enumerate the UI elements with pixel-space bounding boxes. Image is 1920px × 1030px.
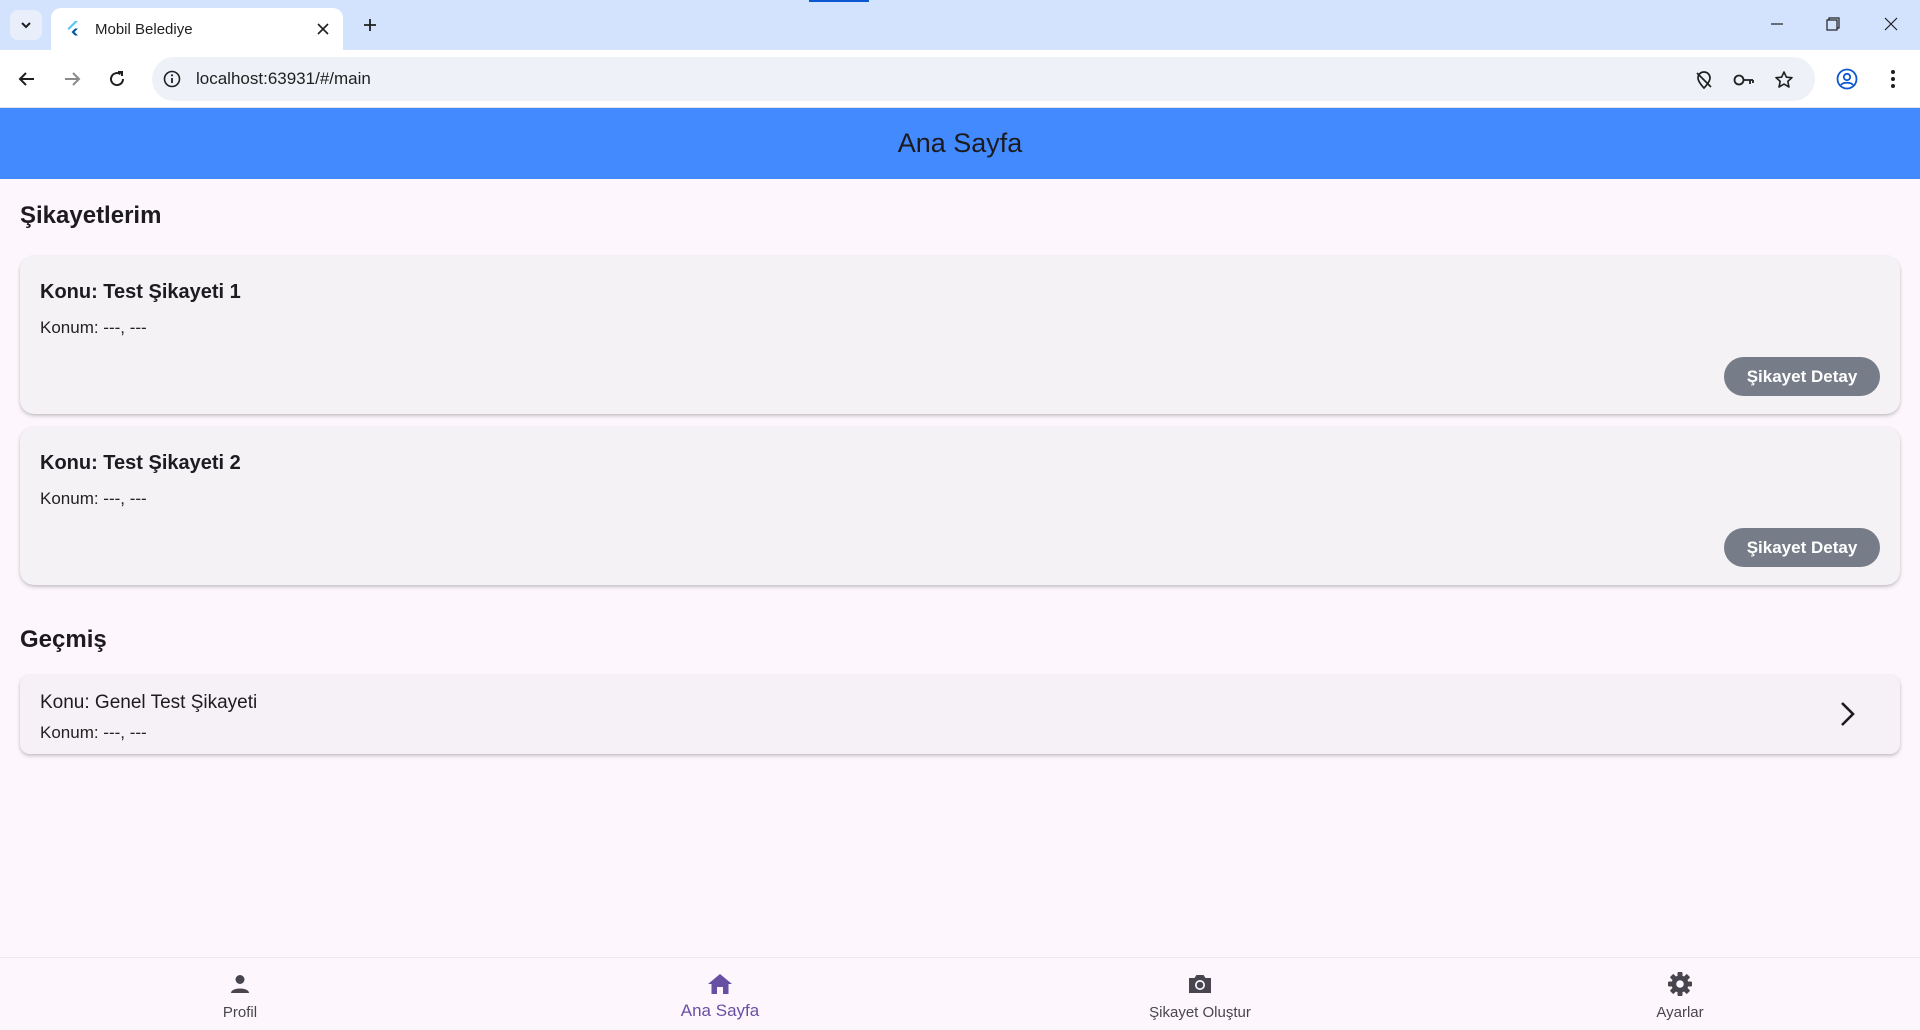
page-title: Ana Sayfa <box>897 128 1023 158</box>
nav-item-home[interactable]: Ana Sayfa <box>480 958 960 1030</box>
menu-button[interactable] <box>1876 62 1910 96</box>
chevron-right-icon <box>1832 699 1862 729</box>
complaint-card: Konu: Test Şikayeti 2 Konum: ---, --- Şi… <box>20 427 1900 585</box>
home-icon <box>706 970 734 998</box>
info-icon[interactable] <box>162 69 182 89</box>
profile-button[interactable] <box>1830 62 1864 96</box>
close-icon[interactable] <box>313 19 333 39</box>
forward-button[interactable] <box>55 62 89 96</box>
complaint-detail-button[interactable]: Şikayet Detay <box>1724 528 1880 567</box>
complaint-location: Konum: ---, --- <box>40 318 147 337</box>
close-window-button[interactable] <box>1868 0 1914 48</box>
minimize-button[interactable] <box>1754 0 1800 48</box>
minimize-icon <box>1771 23 1783 25</box>
person-icon <box>226 970 254 998</box>
history-subject: Konu: Genel Test Şikayeti <box>40 692 258 713</box>
account-circle-icon <box>1836 68 1858 90</box>
nav-label: Ana Sayfa <box>680 1001 760 1020</box>
flutter-icon <box>65 21 81 37</box>
browser-tab-bar: Mobil Belediye <box>0 0 1920 50</box>
complaint-card: Konu: Test Şikayeti 1 Konum: ---, --- Şi… <box>20 256 1900 414</box>
nav-item-create-complaint[interactable]: Şikayet Oluştur <box>960 958 1440 1030</box>
camera-icon <box>1186 970 1214 998</box>
gear-icon <box>1666 970 1694 998</box>
nav-label: Şikayet Oluştur <box>1149 1004 1251 1021</box>
bottom-navigation: Profil Ana Sayfa Şikayet Oluştur Ayarlar <box>0 957 1920 1030</box>
key-icon[interactable] <box>1732 68 1756 92</box>
url-text[interactable]: localhost:63931/#/main <box>196 69 371 89</box>
location-off-icon[interactable] <box>1692 68 1716 92</box>
reload-icon <box>110 71 125 87</box>
new-tab-button[interactable] <box>354 10 386 40</box>
nav-label: Ayarlar <box>1656 1004 1704 1021</box>
nav-item-profile[interactable]: Profil <box>0 958 480 1030</box>
reload-button[interactable] <box>100 62 134 96</box>
complaint-location: Konum: ---, --- <box>40 489 147 508</box>
tab-title: Mobil Belediye <box>95 20 193 38</box>
restore-icon <box>1826 17 1840 31</box>
history-list-item[interactable]: Konu: Genel Test Şikayeti Konum: ---, --… <box>20 675 1900 754</box>
section-title-history: Geçmiş <box>20 626 107 653</box>
browser-tab[interactable]: Mobil Belediye <box>51 8 343 50</box>
tab-search-button[interactable] <box>10 10 42 40</box>
nav-item-settings[interactable]: Ayarlar <box>1440 958 1920 1030</box>
arrow-right-icon <box>65 72 81 86</box>
address-bar[interactable]: localhost:63931/#/main <box>152 57 1815 101</box>
close-icon <box>1884 17 1898 31</box>
plus-icon <box>364 19 376 31</box>
complaint-subject: Konu: Test Şikayeti 1 <box>40 281 241 303</box>
star-icon[interactable] <box>1772 68 1796 92</box>
section-title-complaints: Şikayetlerim <box>20 202 162 229</box>
more-vert-icon <box>1891 70 1895 88</box>
history-location: Konum: ---, --- <box>40 723 147 742</box>
complaint-subject: Konu: Test Şikayeti 2 <box>40 452 241 474</box>
app-bar: Ana Sayfa <box>0 108 1920 179</box>
nav-label: Profil <box>222 1004 258 1021</box>
chevron-down-icon <box>21 22 31 29</box>
complaint-detail-button[interactable]: Şikayet Detay <box>1724 357 1880 396</box>
restore-button[interactable] <box>1810 0 1856 48</box>
arrow-left-icon <box>18 72 34 86</box>
browser-toolbar: localhost:63931/#/main <box>0 50 1920 108</box>
tab-strip-indicator <box>809 0 869 2</box>
back-button[interactable] <box>10 62 44 96</box>
